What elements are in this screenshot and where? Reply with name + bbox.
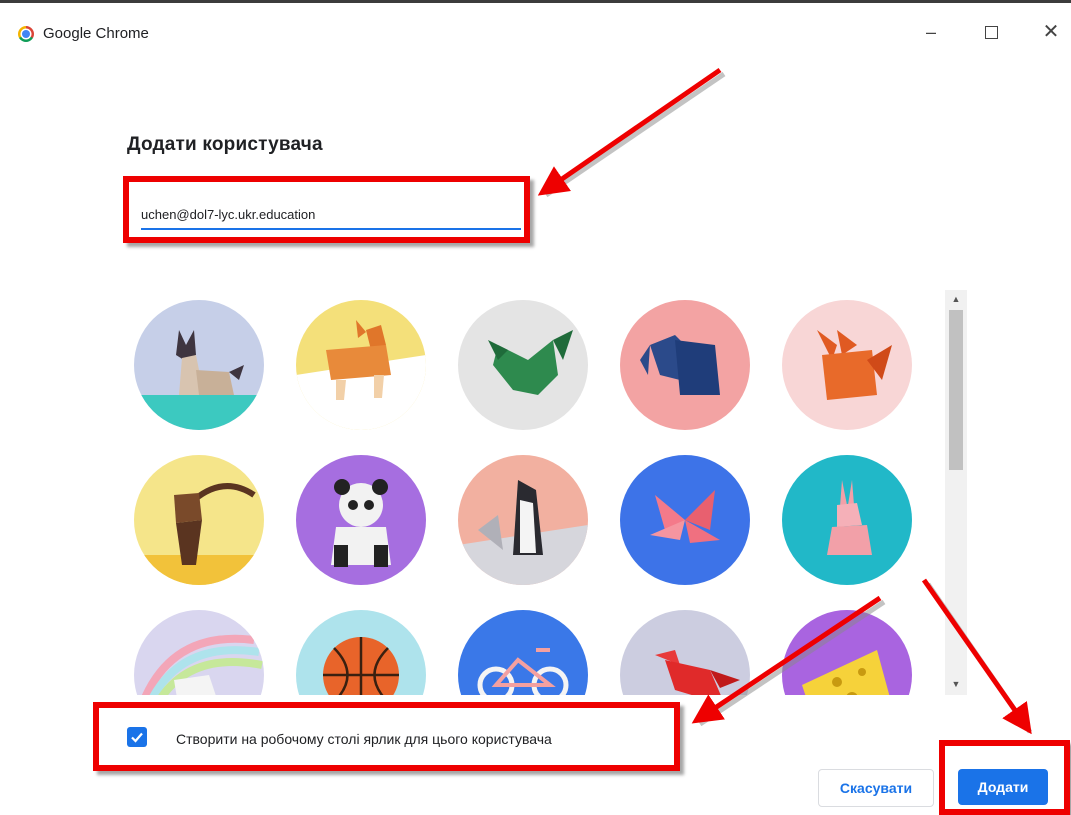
origami-elephant-icon [620,300,750,430]
origami-rabbit-icon [782,455,912,585]
dialog-title: Додати користувача [127,134,323,155]
annotation-box-checkbox [93,702,680,771]
origami-fox-icon [782,300,912,430]
scroll-down-arrow-icon[interactable]: ▼ [945,675,967,693]
avatar-option-butterfly[interactable] [620,455,750,585]
origami-cat-icon [134,300,264,430]
close-button[interactable]: ✕ [1036,20,1066,44]
title-bar: Google Chrome – ✕ [0,8,1071,56]
scroll-up-arrow-icon[interactable]: ▲ [945,290,967,308]
annotation-arrow-add [921,578,1032,735]
annotation-box-add [939,740,1070,815]
maximize-icon [984,26,998,39]
app-title: Google Chrome [43,25,149,42]
annotation-arrow-email [537,67,722,196]
avatar-option-elephant[interactable] [620,300,750,430]
chrome-logo-icon [18,26,34,42]
avatar-grid [126,290,936,695]
origami-corgi-icon [296,300,426,430]
origami-dragon-icon [458,300,588,430]
annotation-box-email [123,176,530,243]
avatar-option-unicorn[interactable] [134,610,264,695]
avatar-option-monkey[interactable] [134,455,264,585]
avatar-option-cat[interactable] [134,300,264,430]
origami-cheese-icon [782,610,912,695]
avatar-option-bird[interactable] [620,610,750,695]
avatar-option-rabbit[interactable] [782,455,912,585]
cancel-button[interactable]: Скасувати [818,769,934,807]
minimize-button[interactable]: – [916,20,946,44]
avatar-option-bicycle[interactable] [458,610,588,695]
avatar-option-panda[interactable] [296,455,426,585]
avatar-option-basketball[interactable] [296,610,426,695]
avatar-option-fox[interactable] [782,300,912,430]
scroll-thumb[interactable] [949,310,963,470]
avatar-option-cheese[interactable] [782,610,912,695]
origami-panda-icon [296,455,426,585]
origami-unicorn-icon [134,610,264,695]
origami-bicycle-icon [458,610,588,695]
avatar-option-penguin[interactable] [458,455,588,585]
origami-bird-icon [620,610,750,695]
origami-basketball-icon [296,610,426,695]
window-top-border [0,0,1071,3]
origami-butterfly-icon [620,455,750,585]
origami-penguin-icon [458,455,588,585]
maximize-button[interactable] [976,20,1006,44]
avatar-option-corgi[interactable] [296,300,426,430]
origami-monkey-icon [134,455,264,585]
avatar-option-dragon[interactable] [458,300,588,430]
